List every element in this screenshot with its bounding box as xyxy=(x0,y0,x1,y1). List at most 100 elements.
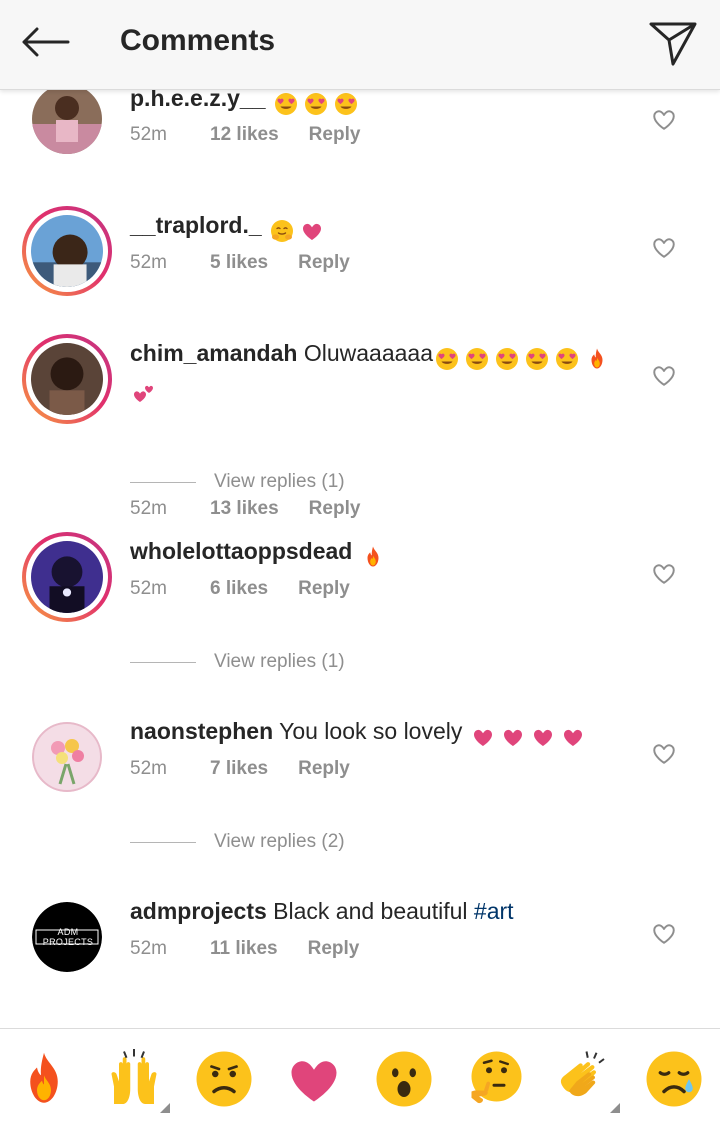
like-heart-icon[interactable] xyxy=(650,362,678,388)
confused-face-emoji-button[interactable] xyxy=(194,1049,254,1109)
comment-likes[interactable]: 13 likes xyxy=(210,498,279,520)
view-replies-label: View replies (2) xyxy=(214,831,345,852)
paper-plane-icon xyxy=(649,22,697,66)
reply-button[interactable]: Reply xyxy=(308,938,360,960)
comment-meta: 52m 7 likes Reply xyxy=(130,758,350,780)
heart-emoji-icon xyxy=(469,720,589,751)
adm-projects-logo xyxy=(32,902,102,972)
avatar[interactable] xyxy=(22,90,112,164)
comment-time: 52m xyxy=(130,938,167,959)
page-title: Comments xyxy=(120,24,276,57)
divider xyxy=(130,481,196,483)
avatar[interactable] xyxy=(22,712,112,802)
view-replies-toggle[interactable]: View replies (2) xyxy=(130,831,345,853)
view-replies-toggle[interactable]: View replies (1) xyxy=(130,651,345,673)
view-replies-label: View replies (1) xyxy=(214,651,345,672)
comment-time: 52m xyxy=(130,578,167,599)
back-arrow-icon xyxy=(22,27,70,57)
comment-time: 52m xyxy=(130,498,167,519)
avatar[interactable] xyxy=(22,532,112,622)
avatar[interactable] xyxy=(22,334,112,424)
raised-hands-emoji-button[interactable] xyxy=(104,1049,170,1113)
profile-photo-icon xyxy=(31,215,103,287)
view-replies-toggle[interactable]: View replies (1) xyxy=(130,471,345,493)
comment-username[interactable]: wholelottaoppsdead xyxy=(130,538,352,564)
comment-item: admprojects Black and beautiful #art 52m… xyxy=(0,892,720,1022)
profile-photo-icon xyxy=(32,90,102,154)
comment-time: 52m xyxy=(130,758,167,779)
reply-button[interactable]: Reply xyxy=(298,252,350,274)
profile-photo-icon xyxy=(31,541,103,613)
comment-item: __traplord._ 52m 5 likes Reply xyxy=(0,206,720,334)
reply-button[interactable]: Reply xyxy=(309,124,361,146)
like-heart-icon[interactable] xyxy=(650,234,678,260)
two-hearts-emoji-icon xyxy=(130,377,160,408)
reply-button[interactable]: Reply xyxy=(298,578,350,600)
comment-text: p.h.e.e.z.y__ xyxy=(130,90,620,118)
comment-username[interactable]: chim_amandah xyxy=(130,340,297,366)
heart-eyes-emoji-icon xyxy=(272,90,362,118)
comment-body: You look so lovely xyxy=(279,718,463,744)
clapping-hands-icon xyxy=(560,1051,605,1097)
surprised-face-icon xyxy=(376,1051,432,1107)
like-heart-icon[interactable] xyxy=(650,920,678,946)
comment-item: chim_amandah Oluwaaaaaa 52m 13 likes Rep… xyxy=(0,334,720,519)
comment-username[interactable]: p.h.e.e.z.y__ xyxy=(130,90,266,111)
view-replies-label: View replies (1) xyxy=(214,471,345,492)
comment-text: wholelottaoppsdead xyxy=(130,536,620,571)
comment-meta: 52m 6 likes Reply xyxy=(130,578,350,600)
heart-emoji-button[interactable] xyxy=(284,1049,344,1109)
thinking-face-icon xyxy=(471,1051,522,1104)
comment-username[interactable]: __traplord._ xyxy=(130,212,262,238)
comment-likes[interactable]: 5 likes xyxy=(210,252,268,274)
comment-likes[interactable]: 11 likes xyxy=(210,938,278,960)
sad-face-icon xyxy=(646,1051,702,1107)
comments-list[interactable]: p.h.e.e.z.y__ 52m 12 likes Reply __trapl… xyxy=(0,90,720,1028)
avatar[interactable] xyxy=(22,206,112,296)
comment-username[interactable]: naonstephen xyxy=(130,718,273,744)
avatar[interactable] xyxy=(22,892,112,982)
comment-body: Oluwaaaaaa xyxy=(303,340,433,366)
variant-indicator-icon xyxy=(610,1103,620,1113)
comment-item: wholelottaoppsdead 52m 6 likes Reply xyxy=(0,532,720,662)
comment-text: admprojects Black and beautiful #art xyxy=(130,896,620,926)
confused-face-icon xyxy=(196,1051,252,1107)
direct-message-button[interactable] xyxy=(648,18,698,68)
hugging-face-emoji-icon xyxy=(268,214,326,245)
reply-button[interactable]: Reply xyxy=(298,758,350,780)
clapping-hands-emoji-button[interactable] xyxy=(554,1049,620,1113)
profile-photo-icon xyxy=(32,722,102,792)
comment-meta: 52m 5 likes Reply xyxy=(130,252,350,274)
comment-likes[interactable]: 6 likes xyxy=(210,578,268,600)
back-button[interactable] xyxy=(20,20,76,64)
divider xyxy=(130,841,196,843)
comment-time: 52m xyxy=(130,252,167,273)
thinking-face-emoji-button[interactable] xyxy=(464,1049,524,1109)
comment-username[interactable]: admprojects xyxy=(130,898,267,924)
comment-likes[interactable]: 12 likes xyxy=(210,124,279,146)
like-heart-icon[interactable] xyxy=(650,106,678,132)
surprised-face-emoji-button[interactable] xyxy=(374,1049,434,1109)
comment-meta: 52m 11 likes Reply xyxy=(130,938,359,960)
heart-eyes-emoji-icon xyxy=(433,342,611,373)
fire-icon xyxy=(30,1052,58,1103)
like-heart-icon[interactable] xyxy=(650,740,678,766)
quick-emoji-bar xyxy=(0,1028,720,1123)
comment-text: __traplord._ xyxy=(130,210,620,245)
reply-button[interactable]: Reply xyxy=(309,498,361,520)
raised-hands-icon xyxy=(111,1049,157,1104)
fire-emoji-button[interactable] xyxy=(14,1049,74,1109)
comment-text: naonstephen You look so lovely xyxy=(130,716,620,751)
variant-indicator-icon xyxy=(160,1103,170,1113)
heart-icon xyxy=(291,1061,337,1102)
hashtag-link[interactable]: #art xyxy=(474,898,514,924)
profile-photo-icon xyxy=(31,343,103,415)
app-header: Comments xyxy=(0,0,720,90)
comment-text: chim_amandah Oluwaaaaaa xyxy=(130,338,620,408)
comment-meta: 52m 13 likes Reply xyxy=(130,498,360,520)
comment-meta: 52m 12 likes Reply xyxy=(130,124,360,146)
like-heart-icon[interactable] xyxy=(650,560,678,586)
sad-face-emoji-button[interactable] xyxy=(644,1049,704,1109)
comment-likes[interactable]: 7 likes xyxy=(210,758,268,780)
comment-time: 52m xyxy=(130,124,167,145)
